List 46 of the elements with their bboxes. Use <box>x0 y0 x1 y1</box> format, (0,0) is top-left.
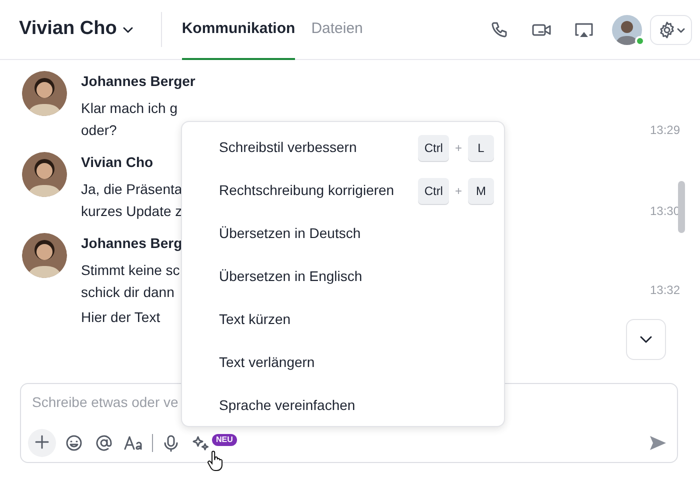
menu-item[interactable]: Text verlängern <box>219 341 494 384</box>
avatar <box>22 152 67 197</box>
message-text: Ja, die Präsenta <box>81 180 182 199</box>
keyboard-key: Ctrl <box>418 134 449 160</box>
chevron-down-icon <box>676 28 684 32</box>
text-format-icon <box>124 434 144 452</box>
menu-item[interactable]: Übersetzen in Deutsch <box>219 212 494 255</box>
avatar <box>22 233 67 278</box>
keyboard-key: M <box>468 178 494 204</box>
message-text: kurzes Update z <box>81 202 182 221</box>
message-text: schick dir dann <box>81 283 174 302</box>
plus-sign: + <box>454 182 462 200</box>
avatar <box>22 71 67 116</box>
at-sign-icon <box>95 434 113 452</box>
scrollbar-thumb[interactable] <box>678 181 685 233</box>
message-text: Hier der Text <box>81 308 160 327</box>
plus-sign: + <box>454 140 462 156</box>
settings-button[interactable] <box>650 15 692 45</box>
keyboard-key: L <box>468 134 494 160</box>
menu-item[interactable]: Übersetzen in Englisch <box>219 255 494 298</box>
menu-item-label: Schreibstil verbessern <box>219 138 357 157</box>
chevron-down-icon <box>122 26 133 32</box>
menu-item[interactable]: Text kürzen <box>219 298 494 341</box>
settings-icon <box>658 21 676 39</box>
keyboard-key: Ctrl <box>418 178 449 204</box>
timestamp: 13:32 <box>650 282 680 299</box>
menu-item[interactable]: Sprache vereinfachen <box>219 384 494 427</box>
sparkle-icon <box>192 434 210 452</box>
tab[interactable]: Kommunikation <box>182 0 296 60</box>
menu-item-label: Rechtschreibung korrigieren <box>219 181 394 200</box>
message-text: oder? <box>81 121 117 140</box>
chevron-down-icon <box>640 336 652 343</box>
send-icon <box>649 435 667 451</box>
sender-name: Johannes Berg <box>81 234 182 252</box>
emoji-icon <box>65 434 83 452</box>
sender-name: Johannes Berger <box>81 72 196 90</box>
microphone-icon <box>162 434 180 452</box>
new-badge: NEU <box>212 434 237 446</box>
message-text: Stimmt keine sc <box>81 261 180 280</box>
message-text: Klar mach ich g <box>81 99 178 118</box>
avatar <box>612 14 642 44</box>
menu-item[interactable]: Rechtschreibung korrigieren Ctrl + M <box>219 169 494 212</box>
timestamp: 13:29 <box>650 122 680 139</box>
menu-item[interactable]: Schreibstil verbessern Ctrl + L <box>219 126 494 169</box>
sender-name: Vivian Cho <box>81 153 154 171</box>
contact-name-button[interactable]: Vivian Cho <box>19 0 133 59</box>
